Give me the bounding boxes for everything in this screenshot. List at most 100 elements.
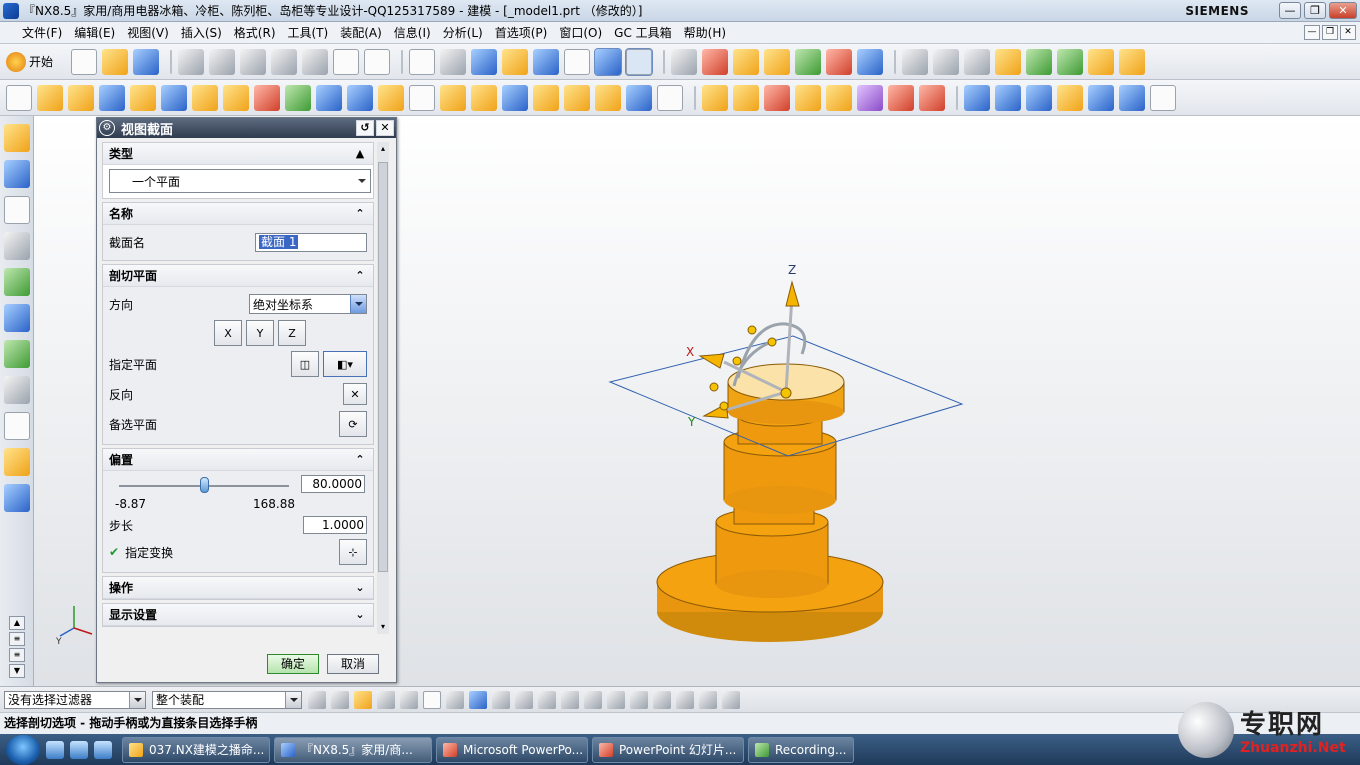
plane-dialog-button[interactable]: ◫ (291, 351, 319, 377)
x-axis-arrow[interactable] (698, 353, 725, 369)
start-button[interactable]: 开始 (6, 49, 66, 75)
resource-scroll-up[interactable]: ▲ (9, 616, 25, 630)
chevron-up-icon[interactable]: ⌃ (351, 452, 369, 468)
part-list-icon[interactable] (964, 48, 990, 75)
task-folder[interactable]: 037.NX建模之播命... (122, 736, 270, 763)
add-component-icon[interactable] (1026, 48, 1052, 75)
replace-face-icon[interactable] (733, 84, 759, 111)
menu-view[interactable]: 视图(V) (121, 24, 175, 41)
eraser-icon[interactable] (995, 48, 1021, 75)
n-sided-surface-icon[interactable] (1119, 84, 1145, 111)
split-body-icon[interactable] (595, 84, 621, 111)
resize-blend-icon[interactable] (826, 84, 852, 111)
paste-icon[interactable] (240, 48, 266, 75)
plane-y-button[interactable]: Y (246, 320, 274, 346)
delete-face-icon[interactable] (764, 84, 790, 111)
menu-window[interactable]: 窗口(O) (553, 24, 608, 41)
new-file-icon[interactable] (71, 48, 97, 75)
open-folder-icon[interactable] (102, 48, 128, 75)
point-on-face-icon[interactable] (699, 690, 717, 709)
boss-icon[interactable] (254, 84, 280, 111)
name-section-header[interactable]: 名称 ⌃ (103, 203, 373, 225)
chevron-up-icon[interactable]: ⌃ (351, 206, 369, 222)
point-on-curve-icon[interactable] (676, 690, 694, 709)
tangent-icon[interactable] (607, 690, 625, 709)
task-recording[interactable]: Recording... (748, 736, 854, 763)
sketch-icon[interactable] (6, 84, 32, 111)
task-slideshow[interactable]: PowerPoint 幻灯片... (592, 736, 744, 763)
display-settings-header[interactable]: 显示设置 ⌄ (103, 604, 373, 626)
redo-icon[interactable] (302, 48, 328, 75)
menu-format[interactable]: 格式(R) (228, 24, 282, 41)
drafting-icon[interactable] (1088, 48, 1114, 75)
trim-body-icon[interactable] (564, 84, 590, 111)
sphere-icon[interactable] (161, 84, 187, 111)
history-icon[interactable] (3, 376, 30, 404)
resource-scroll-mid2[interactable]: ≡ (9, 648, 25, 662)
mdi-close-button[interactable]: ✕ (1340, 25, 1356, 40)
rotation-handle[interactable] (709, 382, 719, 392)
cut-icon[interactable] (178, 48, 204, 75)
end-point-snap-icon[interactable] (492, 690, 510, 709)
origin-handle[interactable] (780, 387, 792, 399)
dialog-close-button[interactable]: ✕ (376, 120, 394, 136)
mdi-restore-button[interactable]: ❐ (1322, 25, 1338, 40)
hd3d-tools-icon[interactable] (3, 268, 30, 296)
ok-button[interactable]: 确定 (267, 654, 319, 674)
clip-section-icon[interactable] (533, 48, 559, 75)
assembly-navigator-icon[interactable] (3, 124, 30, 152)
offset-slider[interactable]: 80.0000 (109, 475, 367, 495)
layer-settings-icon[interactable] (671, 48, 697, 75)
direction-select[interactable]: 绝对坐标系 (249, 294, 367, 314)
move-object-icon[interactable] (795, 48, 821, 75)
offset-face-icon[interactable] (626, 84, 652, 111)
make-coplanar-icon[interactable] (888, 84, 914, 111)
multi-pick-icon[interactable] (400, 690, 418, 709)
undo-icon[interactable] (271, 48, 297, 75)
command-finder-icon[interactable] (333, 48, 359, 75)
palettes-icon[interactable] (3, 340, 30, 368)
type-section-header[interactable]: 类型 ▲ (103, 143, 373, 165)
extrude-icon[interactable] (37, 84, 63, 111)
abc-annotation-icon[interactable] (1119, 48, 1145, 75)
revolve-icon[interactable] (68, 84, 94, 111)
dropdown-arrow-icon[interactable] (350, 295, 366, 313)
ie-icon[interactable] (46, 740, 64, 759)
explorer-icon[interactable] (70, 740, 88, 759)
scroll-up-icon[interactable]: ▴ (378, 144, 388, 154)
hammer-icon[interactable] (1057, 48, 1083, 75)
block-icon[interactable] (99, 84, 125, 111)
plane-x-button[interactable]: X (214, 320, 242, 346)
cancel-button[interactable]: 取消 (327, 654, 379, 674)
scope-select[interactable]: 整个装配 (152, 690, 302, 709)
reset-button[interactable]: ↺ (356, 120, 374, 136)
draft-icon[interactable] (471, 84, 497, 111)
hole-icon[interactable] (223, 84, 249, 111)
scroll-thumb[interactable] (378, 162, 388, 572)
unite-icon[interactable] (285, 84, 311, 111)
restore-button[interactable]: ❐ (1304, 2, 1326, 19)
edit-section-icon[interactable] (502, 48, 528, 75)
intersect-icon[interactable] (347, 84, 373, 111)
mid-point-snap-icon[interactable] (515, 690, 533, 709)
snap-icon[interactable] (331, 690, 349, 709)
solid-body-icon[interactable] (446, 690, 464, 709)
background-icon[interactable] (564, 48, 590, 75)
shaded-cube-icon[interactable] (471, 48, 497, 75)
slider-knob[interactable] (200, 477, 209, 493)
menu-preferences[interactable]: 首选项(P) (489, 24, 554, 41)
plane-z-button[interactable]: Z (278, 320, 306, 346)
shell-icon[interactable] (440, 84, 466, 111)
menu-insert[interactable]: 插入(S) (175, 24, 228, 41)
save-icon[interactable] (133, 48, 159, 75)
sync-modeling-icon[interactable] (702, 84, 728, 111)
scroll-down-icon[interactable]: ▾ (378, 622, 388, 632)
face-select-icon[interactable] (469, 690, 487, 709)
existing-point-icon[interactable] (653, 690, 671, 709)
menu-assembly[interactable]: 装配(A) (334, 24, 388, 41)
dialog-title-bar[interactable]: ⚙ 视图截面 ↺ ✕ (97, 118, 396, 138)
menu-file[interactable]: 文件(F) (0, 24, 68, 41)
cylinder-icon[interactable] (130, 84, 156, 111)
alternate-plane-button[interactable]: ⟳ (339, 411, 367, 437)
dropdown-arrow-icon[interactable] (285, 691, 301, 708)
